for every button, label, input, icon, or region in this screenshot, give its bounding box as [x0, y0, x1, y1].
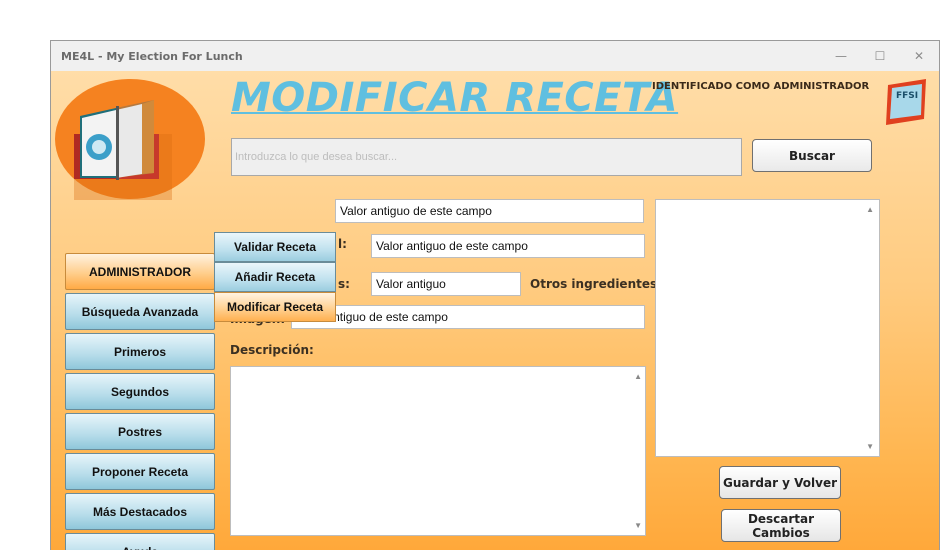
minimize-icon[interactable]: —: [828, 45, 854, 67]
discard-changes-button[interactable]: Descartar Cambios: [721, 509, 841, 542]
close-icon[interactable]: ✕: [906, 45, 932, 67]
scroll-down-icon[interactable]: ▼: [634, 521, 642, 530]
search-box[interactable]: [231, 138, 742, 176]
save-and-return-button[interactable]: Guardar y Volver: [719, 466, 841, 499]
ffsi-badge-icon: FFSI: [886, 79, 926, 125]
main-content: MODIFICAR RECETA IDENTIFICADO COMO ADMIN…: [51, 71, 939, 550]
sidebar-item-segundos[interactable]: Segundos: [65, 373, 215, 410]
sidebar-item-primeros[interactable]: Primeros: [65, 333, 215, 370]
descripcion-label: Descripción:: [230, 343, 314, 357]
otros-ingredientes-label: Otros ingredientes:: [530, 277, 662, 291]
sidebar-item-mas-destacados[interactable]: Más Destacados: [65, 493, 215, 530]
field3-label: s:: [338, 277, 350, 291]
recipe-name-field[interactable]: Valor antiguo de este campo: [335, 199, 644, 223]
sidebar-item-ayuda[interactable]: Ayuda: [65, 533, 215, 550]
recipe-field-2[interactable]: Valor antiguo de este campo: [371, 234, 645, 258]
maximize-icon[interactable]: ☐: [867, 45, 893, 67]
page-title: MODIFICAR RECETA: [231, 75, 679, 121]
menu-item-validar-receta[interactable]: Validar Receta: [214, 232, 336, 262]
window-title: ME4L - My Election For Lunch: [61, 50, 243, 63]
title-bar: ME4L - My Election For Lunch — ☐ ✕: [51, 41, 939, 71]
imagen-field[interactable]: Valor antiguo de este campo: [291, 305, 645, 329]
sidebar-item-busqueda-avanzada[interactable]: Búsqueda Avanzada: [65, 293, 215, 330]
sidebar-item-administrador[interactable]: ADMINISTRADOR: [65, 253, 215, 290]
scroll-down-icon[interactable]: ▼: [866, 442, 874, 451]
sidebar-item-proponer-receta[interactable]: Proponer Receta: [65, 453, 215, 490]
search-input[interactable]: [232, 139, 741, 175]
app-window: ME4L - My Election For Lunch — ☐ ✕ MODIF…: [50, 40, 940, 550]
otros-ingredientes-list[interactable]: ▲ ▼: [655, 199, 880, 457]
descripcion-textarea[interactable]: ▲ ▼: [230, 366, 646, 536]
menu-item-anadir-receta[interactable]: Añadir Receta: [214, 262, 336, 292]
sidebar-item-postres[interactable]: Postres: [65, 413, 215, 450]
identified-label: IDENTIFICADO COMO ADMINISTRADOR: [652, 81, 870, 92]
field2-label: l:: [338, 237, 347, 251]
scroll-up-icon[interactable]: ▲: [866, 205, 874, 214]
menu-item-modificar-receta[interactable]: Modificar Receta: [214, 292, 336, 322]
recipe-field-3[interactable]: Valor antiguo: [371, 272, 521, 296]
book-logo-icon: [55, 79, 205, 200]
search-button[interactable]: Buscar: [752, 139, 872, 172]
scroll-up-icon[interactable]: ▲: [634, 372, 642, 381]
badge-text: FFSI: [896, 91, 918, 101]
